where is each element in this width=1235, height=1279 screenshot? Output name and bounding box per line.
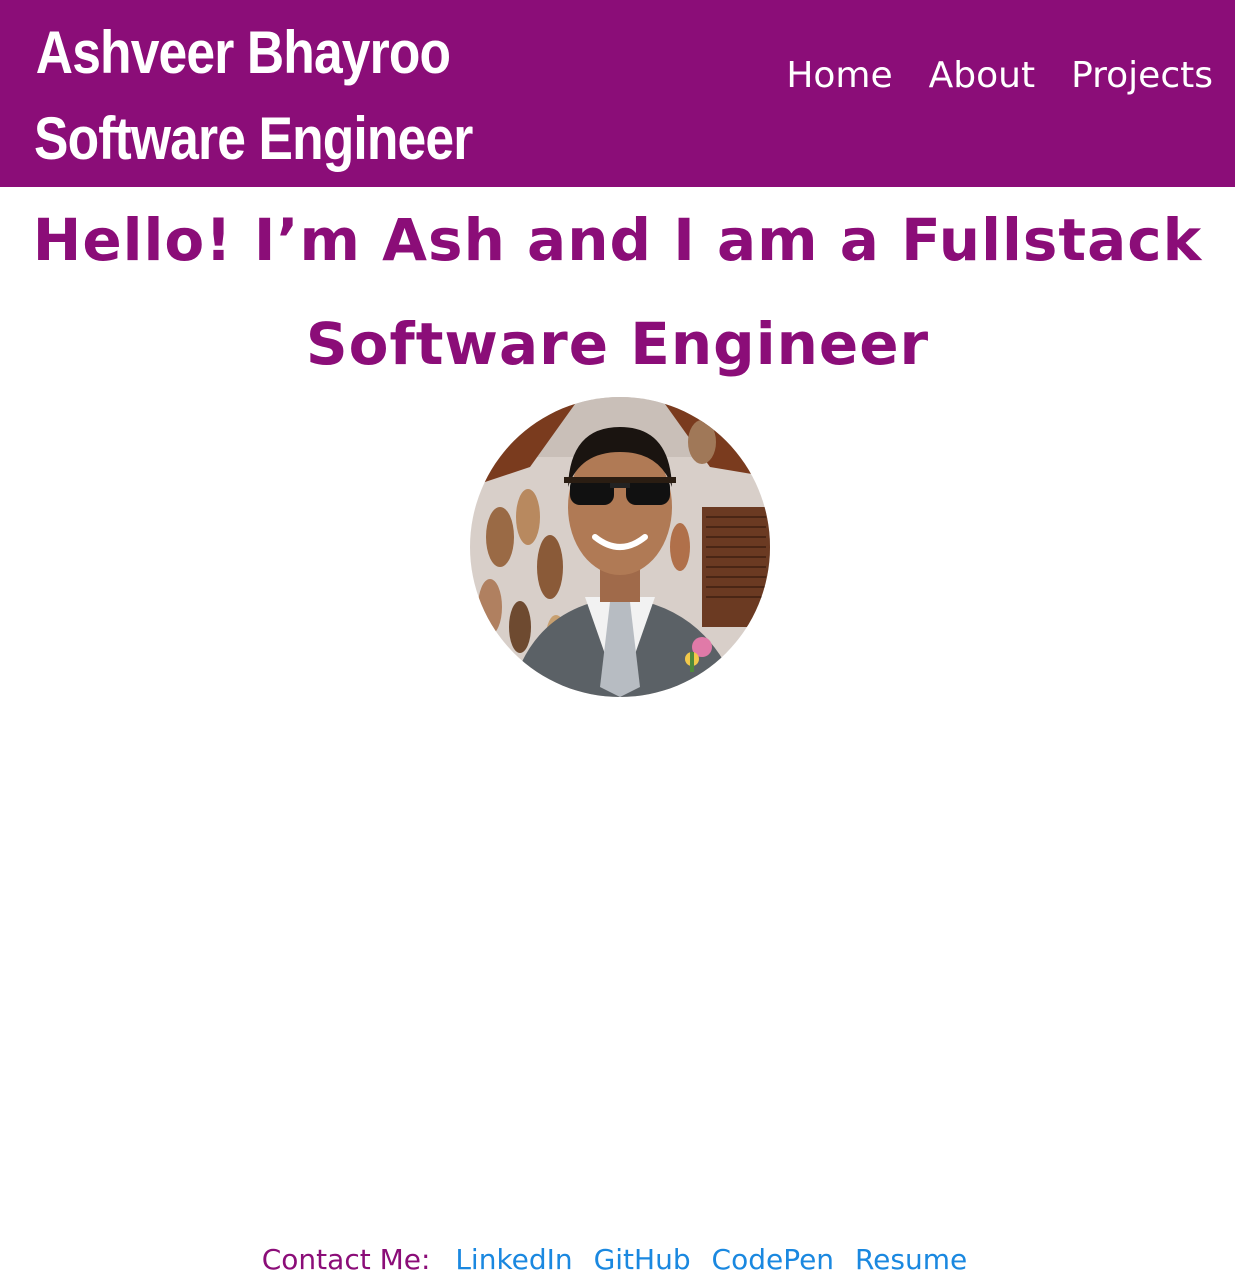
resume-link[interactable]: Resume (855, 1243, 967, 1276)
hero-heading: Hello! I’m Ash and I am a Fullstack Soft… (32, 206, 1203, 378)
site-header: Ashveer Bhayroo Software Engineer Home A… (0, 0, 1235, 187)
contact-label: Contact Me: (261, 1243, 431, 1276)
linkedin-link[interactable]: LinkedIn (455, 1243, 572, 1276)
github-link[interactable]: GitHub (594, 1243, 691, 1276)
site-owner-name: Ashveer Bhayroo (35, 19, 451, 86)
page: Ashveer Bhayroo Software Engineer Home A… (0, 0, 1235, 1279)
codepen-link[interactable]: CodePen (712, 1243, 835, 1276)
site-footer: Contact Me: LinkedIn GitHub CodePen Resu… (0, 1238, 1235, 1279)
nav-home-link[interactable]: Home (786, 52, 892, 100)
main-nav: Home About Projects (786, 52, 1213, 100)
profile-photo (470, 397, 770, 697)
profile-photo-icon (470, 397, 770, 697)
nav-projects-link[interactable]: Projects (1071, 52, 1213, 100)
brand[interactable]: Ashveer Bhayroo Software Engineer (34, 10, 473, 182)
nav-about-link[interactable]: About (929, 52, 1035, 100)
site-owner-role: Software Engineer (34, 105, 473, 172)
